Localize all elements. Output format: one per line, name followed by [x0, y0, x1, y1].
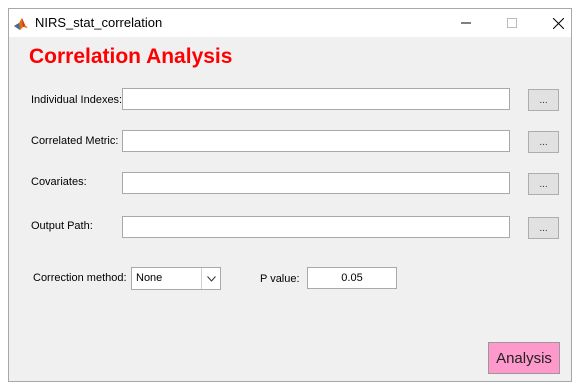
close-button[interactable]: [535, 9, 573, 37]
individual-indexes-label: Individual Indexes:: [31, 94, 123, 106]
correction-method-select[interactable]: None: [131, 267, 221, 290]
page-title: Correlation Analysis: [29, 45, 233, 68]
correction-method-value: None: [136, 272, 163, 284]
title-bar: NIRS_stat_correlation: [9, 9, 571, 37]
covariates-input[interactable]: [122, 172, 510, 194]
output-path-input[interactable]: [122, 216, 510, 238]
individual-indexes-browse-button[interactable]: ...: [528, 89, 559, 111]
minimize-button[interactable]: [443, 9, 489, 37]
matlab-logo-icon: [14, 16, 28, 30]
p-value-input[interactable]: 0.05: [307, 267, 397, 289]
correlated-metric-input[interactable]: [122, 130, 510, 152]
chevron-down-icon: [201, 268, 220, 289]
app-window: NIRS_stat_correlation Correlation Analys…: [8, 8, 572, 382]
window-title: NIRS_stat_correlation: [35, 15, 163, 30]
output-path-browse-button[interactable]: ...: [528, 217, 559, 239]
close-icon: [552, 17, 564, 29]
maximize-icon: [507, 18, 517, 28]
covariates-browse-button[interactable]: ...: [528, 173, 559, 195]
p-value-label: P value:: [260, 273, 300, 285]
correlated-metric-label: Correlated Metric:: [31, 135, 119, 147]
covariates-label: Covariates:: [31, 176, 87, 188]
minimize-icon: [461, 22, 471, 24]
analysis-button[interactable]: Analysis: [488, 342, 560, 374]
maximize-button[interactable]: [489, 9, 535, 37]
correction-method-label: Correction method:: [33, 272, 127, 284]
individual-indexes-input[interactable]: [122, 88, 510, 110]
output-path-label: Output Path:: [31, 220, 93, 232]
correlated-metric-browse-button[interactable]: ...: [528, 131, 559, 153]
